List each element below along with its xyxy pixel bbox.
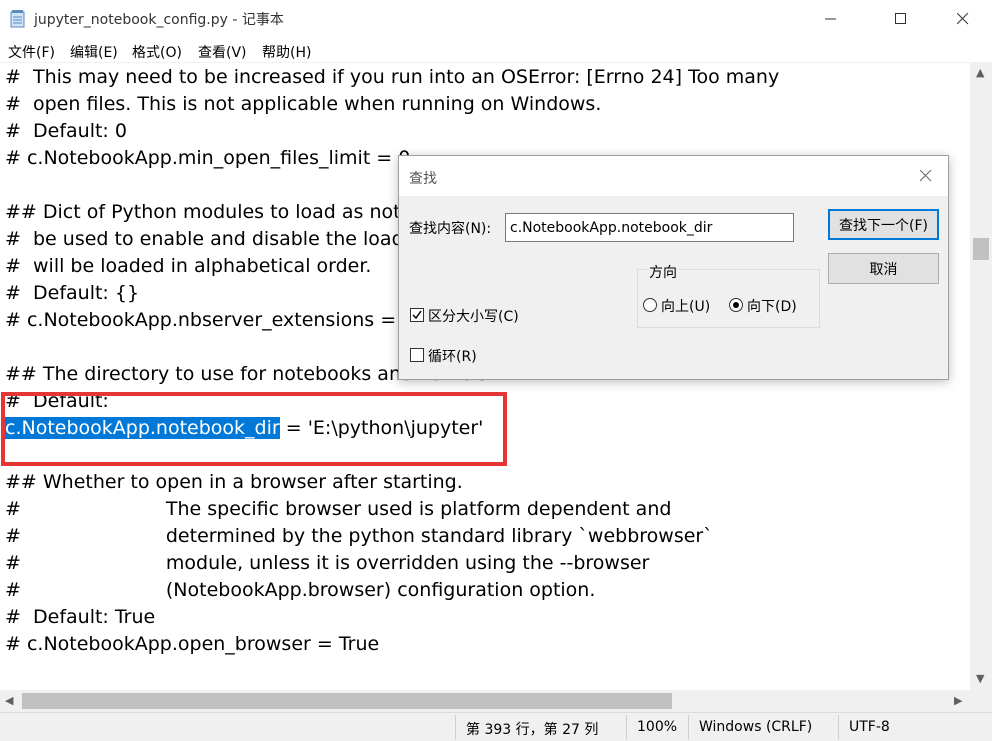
horizontal-scroll-thumb[interactable] bbox=[22, 693, 672, 709]
direction-label: 方向 bbox=[647, 262, 679, 282]
zoom-level: 100% bbox=[637, 719, 678, 735]
checkmark-icon bbox=[412, 310, 422, 320]
scroll-down-arrow-icon[interactable]: ▼ bbox=[976, 672, 984, 685]
find-dialog-close-button[interactable] bbox=[916, 166, 936, 186]
editor-line: # be used to enable and disable the load bbox=[5, 228, 404, 250]
title-bar: jupyter_notebook_config.py - 记事本 bbox=[0, 0, 992, 38]
menu-view[interactable]: 查看(V) bbox=[198, 42, 247, 62]
match-case-label[interactable]: 区分大小写(C) bbox=[428, 306, 519, 326]
close-button[interactable] bbox=[940, 0, 986, 38]
status-divider bbox=[838, 715, 839, 740]
find-what-label: 查找内容(N): bbox=[409, 221, 492, 237]
horizontal-scrollbar[interactable]: ◀ ▶ bbox=[0, 690, 970, 712]
editor-line: # module, unless it is overridden using … bbox=[5, 552, 650, 574]
window-title: jupyter_notebook_config.py - 记事本 bbox=[34, 12, 284, 28]
menu-bar: 文件(F) 编辑(E) 格式(O) 查看(V) 帮助(H) bbox=[0, 38, 992, 62]
vertical-scroll-thumb[interactable] bbox=[973, 238, 989, 260]
menu-file[interactable]: 文件(F) bbox=[8, 42, 55, 62]
editor-line: # determined by the python standard libr… bbox=[5, 525, 713, 547]
menu-edit[interactable]: 编辑(E) bbox=[70, 42, 118, 62]
minimize-button[interactable] bbox=[808, 0, 854, 38]
cursor-position: 第 393 行，第 27 列 bbox=[466, 722, 599, 738]
editor-line: # Default: {} bbox=[5, 282, 140, 304]
radio-selected-dot bbox=[733, 302, 739, 308]
scroll-right-arrow-icon[interactable]: ▶ bbox=[954, 694, 962, 707]
notepad-icon bbox=[10, 10, 25, 28]
find-dialog-title: 查找 bbox=[409, 171, 437, 187]
status-divider bbox=[626, 715, 627, 740]
vertical-scrollbar[interactable]: ▲ ▼ bbox=[970, 62, 992, 690]
match-case-checkbox[interactable] bbox=[410, 308, 424, 322]
editor-line: # open files. This is not applicable whe… bbox=[5, 93, 602, 115]
editor-line: # Default: True bbox=[5, 606, 156, 628]
find-dialog-titlebar[interactable]: 查找 bbox=[399, 156, 948, 196]
find-dialog: 查找 查找内容(N): 查找下一个(F) 取消 方向 向上(U) 向下(D) 区… bbox=[398, 155, 949, 380]
scroll-up-arrow-icon[interactable]: ▲ bbox=[976, 66, 984, 79]
scrollbar-corner bbox=[970, 690, 992, 712]
highlight-annotation-box bbox=[1, 392, 507, 466]
direction-down-label[interactable]: 向下(D) bbox=[747, 296, 797, 316]
editor-line: # c.NotebookApp.nbserver_extensions = bbox=[5, 309, 403, 331]
find-what-input[interactable] bbox=[505, 213, 794, 242]
editor-line: ## Dict of Python modules to load as not bbox=[5, 201, 401, 223]
wrap-around-checkbox[interactable] bbox=[410, 348, 424, 362]
editor-line: # c.NotebookApp.open_browser = True bbox=[5, 633, 380, 655]
editor-line: ## Whether to open in a browser after st… bbox=[5, 471, 463, 493]
direction-up-radio[interactable] bbox=[643, 298, 657, 312]
line-ending: Windows (CRLF) bbox=[699, 719, 813, 735]
menu-help[interactable]: 帮助(H) bbox=[262, 42, 311, 62]
editor-line: # (NotebookApp.browser) configuration op… bbox=[5, 579, 596, 601]
status-divider bbox=[455, 715, 456, 740]
editor-line: # This may need to be increased if you r… bbox=[5, 66, 780, 88]
editor-line: # c.NotebookApp.min_open_files_limit = 0 bbox=[5, 147, 411, 169]
editor-line: # will be loaded in alphabetical order. bbox=[5, 255, 372, 277]
scroll-left-arrow-icon[interactable]: ◀ bbox=[5, 694, 13, 707]
maximize-button[interactable] bbox=[878, 0, 924, 38]
find-next-button[interactable]: 查找下一个(F) bbox=[828, 209, 939, 240]
status-bar: 第 393 行，第 27 列 100% Windows (CRLF) UTF-8 bbox=[0, 712, 992, 741]
minimize-icon bbox=[825, 18, 836, 20]
menu-format[interactable]: 格式(O) bbox=[132, 42, 182, 62]
cancel-button[interactable]: 取消 bbox=[828, 253, 939, 284]
encoding: UTF-8 bbox=[849, 719, 890, 735]
maximize-icon bbox=[895, 13, 906, 24]
close-icon bbox=[920, 170, 932, 182]
direction-down-radio[interactable] bbox=[729, 298, 743, 312]
direction-up-label[interactable]: 向上(U) bbox=[661, 296, 710, 316]
wrap-around-label[interactable]: 循环(R) bbox=[428, 346, 477, 366]
editor-line: # Default: 0 bbox=[5, 120, 127, 142]
close-icon bbox=[957, 13, 969, 25]
status-divider bbox=[688, 715, 689, 740]
editor-line: # The specific browser used is platform … bbox=[5, 498, 672, 520]
